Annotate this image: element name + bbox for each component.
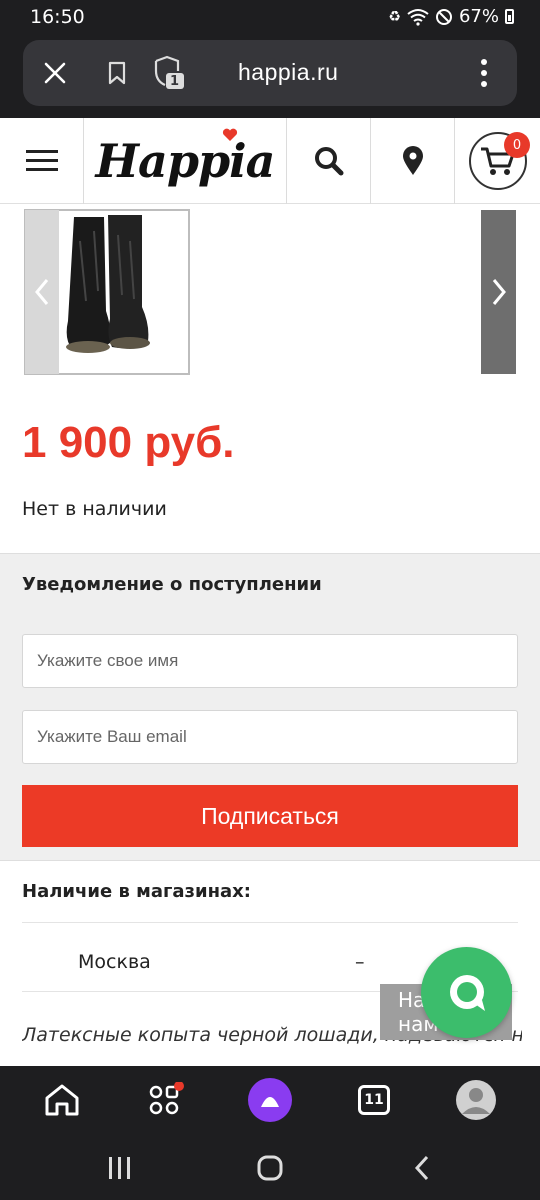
cart-button[interactable]: 0: [455, 118, 540, 204]
notify-title: Уведомление о поступлении: [22, 574, 322, 595]
home-icon: [45, 1084, 79, 1116]
recycle-icon: ♻: [388, 8, 401, 25]
product-price: 1 900 руб.: [22, 418, 235, 467]
tabs-count: 11: [364, 1092, 384, 1108]
cart-badge: 0: [504, 132, 530, 158]
address-bar[interactable]: 1 happia.ru: [23, 40, 517, 106]
more-menu-icon[interactable]: [473, 57, 495, 89]
back-button[interactable]: [402, 1148, 442, 1188]
name-field[interactable]: [22, 634, 518, 688]
status-bar: 16:50 ♻ 67%: [0, 0, 540, 34]
heart-icon: [222, 128, 238, 141]
store-name: Москва: [78, 951, 151, 973]
chevron-left-icon: [35, 279, 49, 305]
avatar-icon: [456, 1080, 496, 1120]
battery-icon: [505, 9, 514, 24]
location-button[interactable]: [371, 118, 455, 204]
tracker-count: 1: [170, 74, 180, 89]
do-not-disturb-icon: [435, 8, 452, 25]
close-icon[interactable]: [39, 57, 71, 89]
system-navigation-bar: [0, 1134, 540, 1200]
notify-form: Уведомление о поступлении Подписаться: [0, 553, 540, 861]
gallery-prev-button[interactable]: [25, 210, 59, 374]
hamburger-icon: [25, 150, 58, 171]
location-pin-icon: [402, 146, 423, 175]
chat-button[interactable]: [421, 947, 512, 1038]
services-grid-icon: [149, 1082, 184, 1115]
search-icon: [314, 147, 343, 176]
browser-toolbar: 1 happia.ru: [0, 34, 540, 118]
system-home-button[interactable]: [250, 1148, 290, 1188]
alice-icon: [248, 1078, 292, 1122]
back-chevron-icon: [414, 1155, 429, 1181]
menu-button[interactable]: [0, 118, 84, 204]
recent-apps-icon: [109, 1157, 130, 1179]
protect-shield-icon[interactable]: 1: [151, 54, 187, 92]
search-button[interactable]: [287, 118, 371, 204]
recent-apps-button[interactable]: [100, 1148, 140, 1188]
chat-icon: [449, 974, 485, 1011]
services-button[interactable]: [146, 1080, 186, 1120]
bookmark-icon[interactable]: [103, 59, 131, 87]
home-button[interactable]: [42, 1080, 82, 1120]
availability-title: Наличие в магазинах:: [22, 881, 251, 902]
status-time: 16:50: [30, 6, 85, 28]
subscribe-button[interactable]: Подписаться: [22, 785, 518, 847]
logo-link[interactable]: Happia: [84, 118, 287, 204]
alice-button[interactable]: [247, 1077, 293, 1123]
battery-percent: 67%: [458, 6, 499, 27]
chevron-right-icon: [492, 279, 506, 305]
stock-status: Нет в наличии: [22, 498, 167, 520]
site-logo: Happia: [95, 134, 276, 188]
profile-button[interactable]: [456, 1080, 496, 1120]
home-circle-icon: [257, 1155, 283, 1181]
store-availability: –: [355, 951, 365, 973]
status-icons: ♻ 67%: [388, 6, 514, 27]
gallery-next-button[interactable]: [481, 210, 516, 374]
email-field[interactable]: [22, 710, 518, 764]
tabs-button[interactable]: 11: [354, 1080, 394, 1120]
wifi-icon: [407, 8, 429, 26]
browser-bottom-toolbar: 11: [0, 1066, 540, 1134]
tabs-counter-icon: 11: [358, 1085, 390, 1115]
url-text[interactable]: happia.ru: [238, 59, 338, 86]
divider: [22, 922, 518, 923]
site-header: Happia 0: [0, 118, 540, 204]
